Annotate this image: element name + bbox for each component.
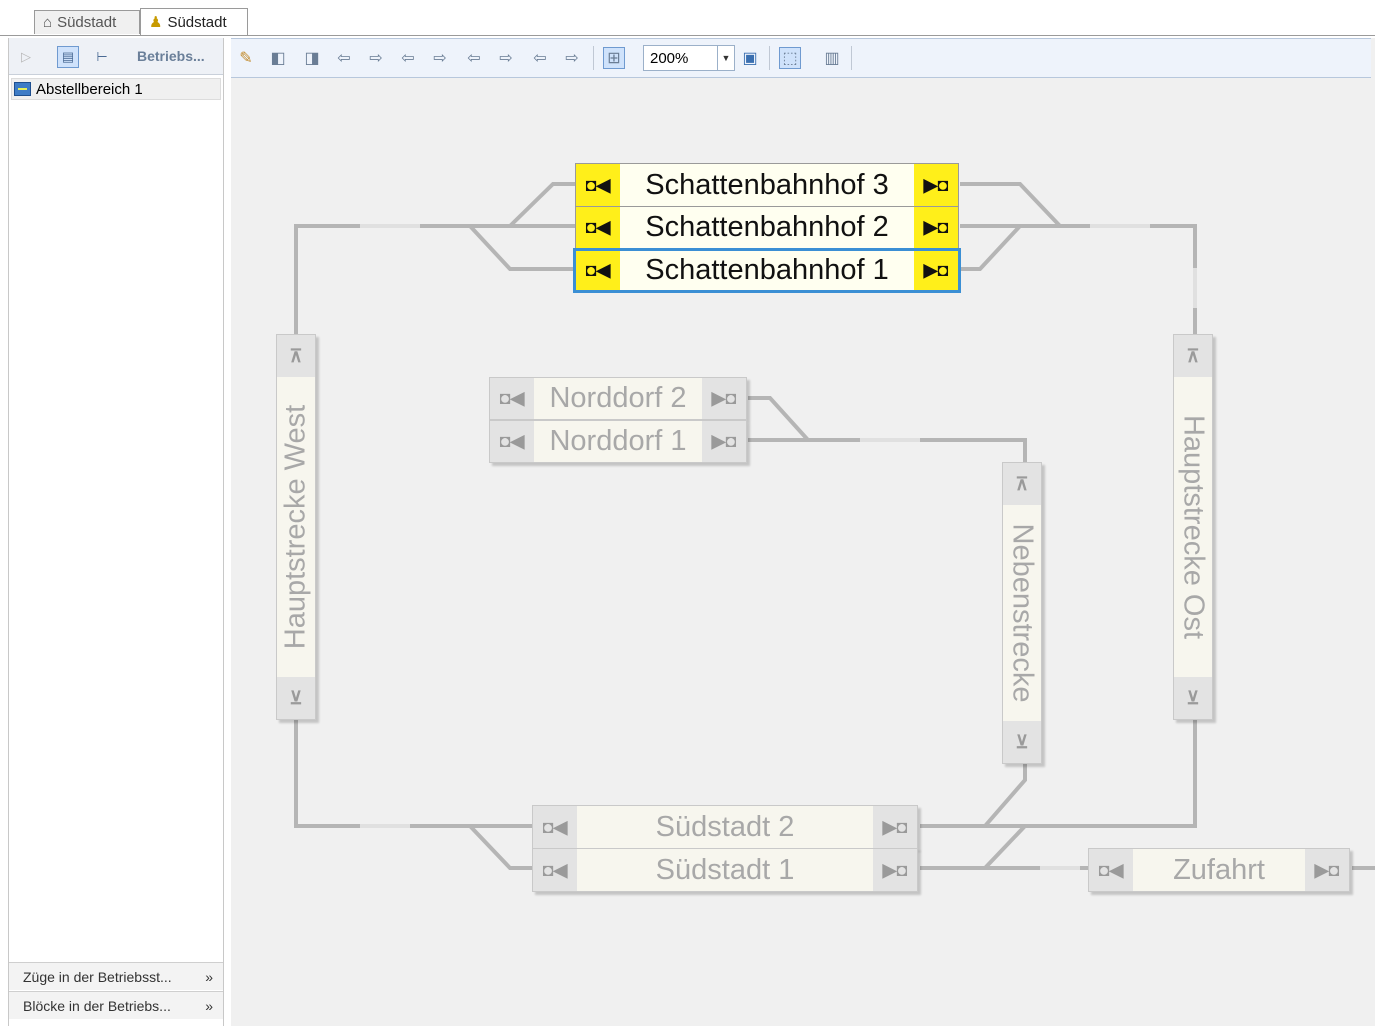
block-label: Hauptstrecke West	[279, 404, 312, 650]
block-exit-icon: ⊻	[1174, 677, 1212, 719]
block-norddorf-1[interactable]: ◘◀ Norddorf 1 ▶◘	[489, 420, 747, 463]
block-label: Schattenbahnhof 3	[645, 168, 889, 201]
block-entry-icon: ◘◀	[576, 251, 620, 290]
document-tab-operation-point[interactable]: ♟ Südstadt	[140, 8, 248, 36]
block-label: Zufahrt	[1173, 853, 1265, 886]
block-label: Südstadt 2	[655, 810, 795, 843]
block-entry-icon: ⊼	[277, 335, 315, 377]
block-hauptstrecke-ost[interactable]: ⊼ Hauptstrecke Ost ⊻	[1173, 334, 1213, 720]
block-exit-icon: ▶◘	[702, 378, 746, 419]
block-exit-icon: ▶◘	[914, 251, 958, 290]
document-tab-label: Südstadt	[167, 13, 227, 31]
block-exit-icon: ⊻	[277, 677, 315, 719]
block-exit-icon: ▶◘	[1305, 849, 1349, 891]
block-nebenstrecke[interactable]: ⊼ Nebenstrecke ⊻	[1002, 462, 1042, 764]
block-exit-icon: ⊻	[1003, 721, 1041, 763]
signal-box-icon: ⌂	[43, 14, 53, 31]
block-label: Südstadt 1	[655, 853, 795, 886]
block-entry-icon: ◘◀	[533, 806, 577, 848]
block-entry-icon: ◘◀	[576, 207, 620, 248]
block-label: Schattenbahnhof 2	[645, 211, 889, 243]
block-entry-icon: ◘◀	[490, 421, 534, 462]
block-entry-icon: ◘◀	[533, 849, 577, 891]
block-label: Norddorf 1	[549, 425, 687, 457]
block-norddorf-2[interactable]: ◘◀ Norddorf 2 ▶◘	[489, 377, 747, 420]
block-entry-icon: ◘◀	[1089, 849, 1133, 891]
block-schattenbahnhof-3[interactable]: ◘◀ Schattenbahnhof 3 ▶◘	[575, 163, 959, 207]
block-suedstadt-2[interactable]: ◘◀ Südstadt 2 ▶◘	[532, 805, 918, 849]
block-entry-icon: ◘◀	[576, 164, 620, 206]
block-suedstadt-1[interactable]: ◘◀ Südstadt 1 ▶◘	[532, 848, 918, 892]
block-schattenbahnhof-2[interactable]: ◘◀ Schattenbahnhof 2 ▶◘	[575, 206, 959, 249]
block-entry-icon: ◘◀	[490, 378, 534, 419]
block-exit-icon: ▶◘	[873, 849, 917, 891]
block-exit-icon: ▶◘	[914, 207, 958, 248]
document-tab-signal-box[interactable]: ⌂ Südstadt	[34, 10, 140, 34]
operation-point-icon: ♟	[149, 14, 163, 31]
block-label: Hauptstrecke Ost	[1177, 414, 1210, 640]
document-tab-label: Südstadt	[57, 14, 117, 31]
block-label: Schattenbahnhof 1	[645, 254, 889, 286]
block-entry-icon: ⊼	[1003, 463, 1041, 505]
block-hauptstrecke-west[interactable]: ⊼ Hauptstrecke West ⊻	[276, 334, 316, 720]
block-schattenbahnhof-1[interactable]: ◘◀ Schattenbahnhof 1 ▶◘	[573, 248, 961, 293]
block-entry-icon: ⊼	[1174, 335, 1212, 377]
document-tab-bar: ⌂ Südstadt ♟ Südstadt	[0, 0, 1375, 36]
block-exit-icon: ▶◘	[873, 806, 917, 848]
block-zufahrt[interactable]: ◘◀ Zufahrt ▶◘	[1088, 848, 1350, 892]
block-exit-icon: ▶◘	[914, 164, 958, 206]
tab-divider	[0, 35, 1375, 36]
block-label: Norddorf 2	[549, 382, 687, 414]
block-exit-icon: ▶◘	[702, 421, 746, 462]
block-label: Nebenstrecke	[1006, 523, 1039, 703]
